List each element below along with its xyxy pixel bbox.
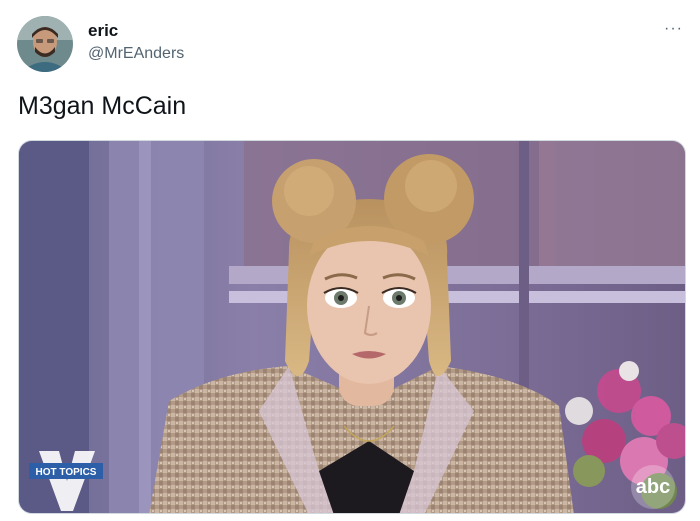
author-display-name[interactable]: eric [88,21,118,41]
more-horizontal-icon[interactable]: ··· [664,21,683,37]
tweet-text: M3gan McCain [18,92,187,120]
network-logo-text: abc [636,476,670,498]
author-handle[interactable]: @MrEAnders [88,45,184,63]
avatar[interactable] [17,16,73,72]
network-logo: abc [631,465,675,509]
tweet-media-image[interactable]: HOT TOPICS abc [18,140,686,514]
show-badge-text: HOT TOPICS [36,467,97,478]
